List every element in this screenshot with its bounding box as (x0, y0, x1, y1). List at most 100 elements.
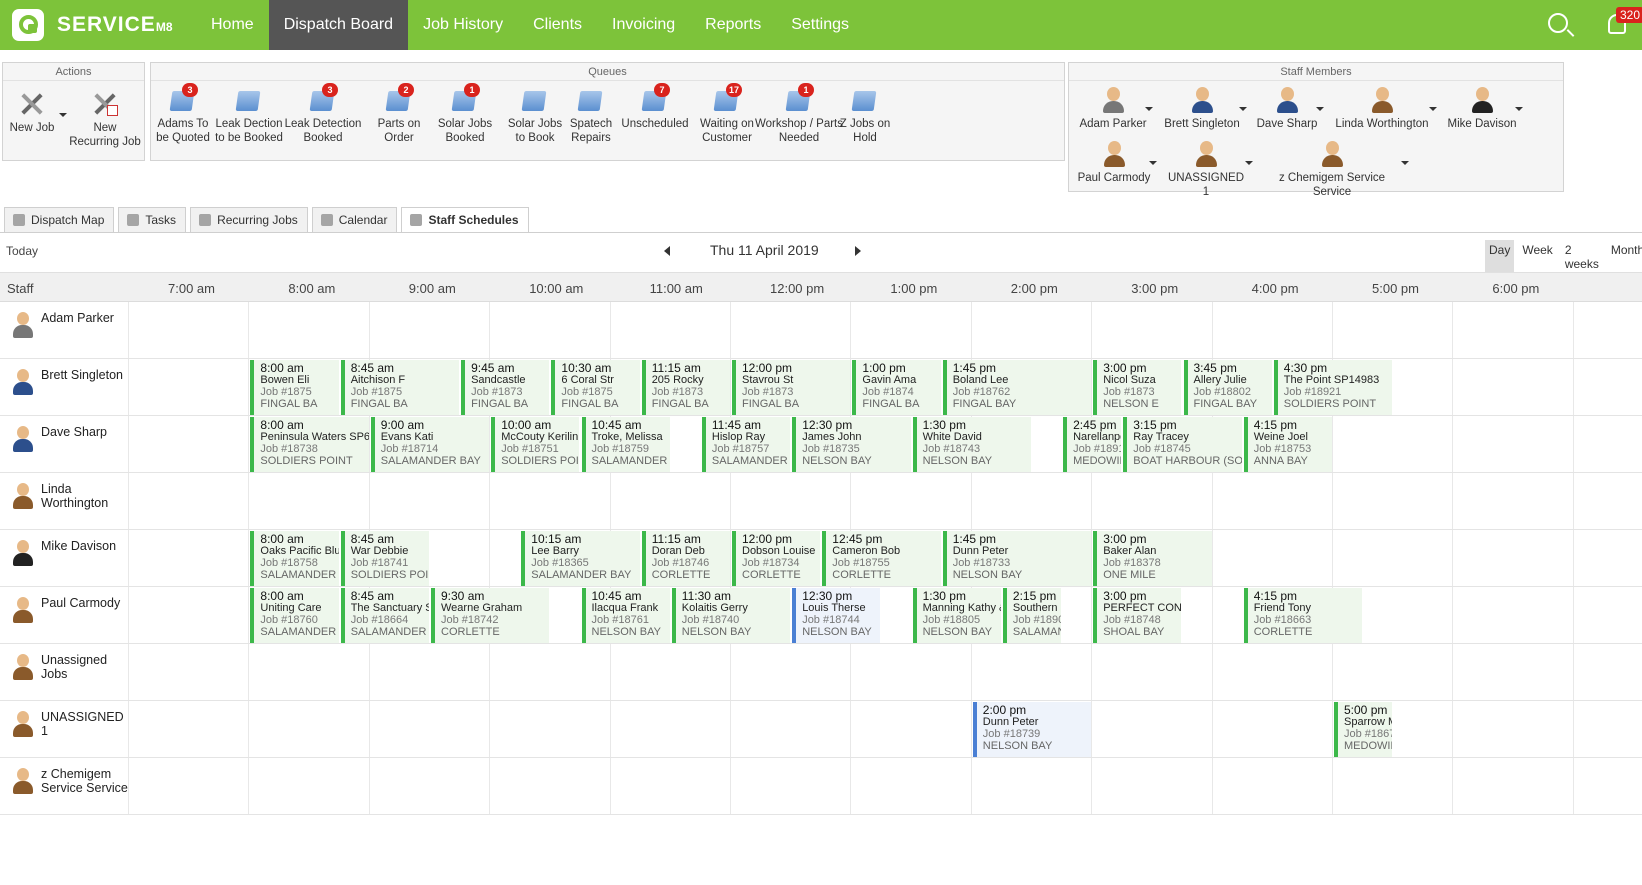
job-card[interactable]: 9:45 am Sandcastle Job #1873 FINGAL BA (461, 360, 550, 415)
staff-name[interactable]: Adam Parker (41, 311, 114, 325)
job-card[interactable]: 4:15 pm Friend Tony Job #18663 CORLETTE (1243, 588, 1363, 643)
job-card[interactable]: 11:30 am Kolaitis Gerry Job #18740 NELSON B… (671, 588, 791, 643)
nav-clients[interactable]: Clients (518, 0, 597, 50)
job-card[interactable]: 5:00 pmSparrow MJob #1867MEDOWIE (1334, 702, 1393, 757)
notifications-count-badge[interactable]: 320 (1616, 7, 1642, 23)
job-card[interactable]: 8:45 amThe Sanctuary SFJob #18664SALAMAN… (340, 588, 429, 643)
job-card[interactable]: 3:00 pmPERFECT CONTRJob #18748SHOAL BAY (1093, 588, 1182, 643)
queue-spatech-repairs[interactable]: Spatech Repairs (563, 87, 619, 145)
job-card[interactable]: 10:45 am Ilacqua Frank Job #18761 NELSON BA… (581, 588, 670, 643)
job-card[interactable]: 3:45 pm Allery Julie Job #18802 FINGAL BAY (1183, 360, 1272, 415)
nav-home[interactable]: Home (196, 0, 269, 50)
staff-name[interactable]: UNASSIGNED 1 (41, 710, 133, 738)
job-card[interactable]: 8:45 amWar DebbieJob #18741SOLDIERS POIN… (340, 531, 429, 586)
queue-z-jobs-on-hold[interactable]: Z Jobs on Hold (837, 87, 893, 145)
staff-member-paul-carmody[interactable]: Paul Carmody (1076, 141, 1152, 185)
next-day-arrow-icon[interactable] (855, 246, 861, 256)
tab-staff-schedules[interactable]: Staff Schedules (401, 207, 529, 232)
tab-calendar[interactable]: Calendar (311, 207, 398, 232)
job-card[interactable]: 10:30 am 6 Coral Str Job #1875 FINGAL BA (551, 360, 640, 415)
staff-member-dave-sharp[interactable]: Dave Sharp (1254, 87, 1320, 131)
job-card[interactable]: 3:15 pm Ray Tracey Job #18745 BOAT HARBOUR … (1123, 417, 1242, 472)
queue-workshop-parts-needed[interactable]: 1 Workshop / Parts Needed (755, 83, 843, 145)
staff-member-mike-davison[interactable]: Mike Davison (1445, 87, 1519, 131)
queue-solar-jobs-booked[interactable]: 1 Solar Jobs Booked (430, 83, 500, 145)
job-card[interactable]: 2:45 pmNarellanpoJob #1891MEDOWIE (1063, 417, 1122, 472)
job-card[interactable]: 12:00 pm Dobson Louise Job #18734 CORLETTE (732, 531, 821, 586)
staff-dropdown-icon[interactable] (1149, 161, 1157, 165)
staff-name[interactable]: Paul Carmody (41, 596, 120, 610)
queue-leak-dection-to-be-booked[interactable]: Leak Dection to be Booked (213, 87, 285, 145)
job-card[interactable]: 8:00 am Uniting Care Job #18760 SALAMANDER … (250, 588, 339, 643)
queue-parts-on-order[interactable]: 2 Parts on Order (372, 83, 426, 145)
job-card[interactable]: 1:00 pm Gavin Ama Job #1874 FINGAL BA (852, 360, 941, 415)
job-card[interactable]: 8:00 am Oaks Pacific Blue Job #18758 SALAMA… (250, 531, 339, 586)
view-2-weeks[interactable]: 2 weeks (1561, 240, 1603, 274)
view-day[interactable]: Day (1485, 240, 1515, 274)
job-card[interactable]: 11:45 amHislop RayJob #18757SALAMANDER B… (701, 417, 791, 472)
job-card[interactable]: 10:45 am Troke, Melissa Job #18759 SALAMAND… (581, 417, 670, 472)
job-card[interactable]: 12:00 pm Stavrou St Job #1873 FINGAL BA (732, 360, 851, 415)
job-card[interactable]: 4:30 pm The Point SP14983 Job #18921 SOLDIE… (1273, 360, 1393, 415)
job-card[interactable]: 12:30 pm Louis Therse Job #18744 NELSON BAY (792, 588, 881, 643)
nav-job-history[interactable]: Job History (408, 0, 518, 50)
queue-unscheduled[interactable]: 7 Unscheduled (616, 83, 694, 131)
previous-day-arrow-icon[interactable] (664, 246, 670, 256)
new-recurring-job-button[interactable]: New Recurring Job (69, 91, 141, 149)
job-card[interactable]: 3:00 pm Baker Alan Job #18378 ONE MILE (1093, 531, 1212, 586)
servicem8-logo-icon[interactable] (12, 9, 44, 41)
staff-member-unassigned-1[interactable]: UNASSIGNED 1 (1165, 141, 1247, 199)
staff-dropdown-icon[interactable] (1245, 161, 1253, 165)
staff-dropdown-icon[interactable] (1145, 107, 1153, 111)
job-card[interactable]: 1:45 pm Dunn Peter Job #18733 NELSON BAY (942, 531, 1092, 586)
job-card[interactable]: 10:00 am McCouty Kerilin Job #18751 SOLDIER… (491, 417, 580, 472)
staff-member-linda-worthington[interactable]: Linda Worthington (1332, 87, 1432, 131)
job-card[interactable]: 12:45 pm Cameron Bob Job #18755 CORLETTE (822, 531, 941, 586)
staff-member-brett-singleton[interactable]: Brett Singleton (1160, 87, 1244, 131)
job-card[interactable]: 9:00 am Evans Kati Job #18714 SALAMANDER BA… (370, 417, 490, 472)
queue-leak-detection-booked[interactable]: 3 Leak Detection Booked (277, 83, 369, 145)
job-card[interactable]: 8:45 am Aitchison F Job #1875 FINGAL BA (340, 360, 460, 415)
today-button[interactable]: Today (6, 244, 38, 258)
new-job-dropdown-icon[interactable] (59, 113, 67, 117)
job-card[interactable]: 1:30 pm White David Job #18743 NELSON BAY (912, 417, 1031, 472)
job-card[interactable]: 12:30 pm James John Job #18735 NELSON BAY (792, 417, 911, 472)
staff-name[interactable]: z Chemigem Service Service (41, 767, 133, 795)
staff-name[interactable]: Linda Worthington (41, 482, 133, 510)
job-card[interactable]: 11:15 am Doran Deb Job #18746 CORLETTE (641, 531, 730, 586)
job-card[interactable]: 8:00 am Bowen Eli Job #1875 FINGAL BA (250, 360, 339, 415)
staff-member-adam-parker[interactable]: Adam Parker (1076, 87, 1150, 131)
job-card[interactable]: 8:00 am Peninsula Waters SP60 Job #18738 SO… (250, 417, 369, 472)
queue-adams-to-be-quoted[interactable]: 3 Adams To be Quoted (151, 83, 215, 145)
tab-recurring-jobs[interactable]: Recurring Jobs (190, 207, 308, 232)
job-card[interactable]: 2:15 pm Southern Job #1890 SALAMAN (1002, 588, 1062, 643)
view-week[interactable]: Week (1518, 240, 1556, 274)
nav-dispatch-board[interactable]: Dispatch Board (268, 0, 409, 50)
job-card[interactable]: 1:30 pm Manning Kathy & Job #18805 NELSON B… (912, 588, 1001, 643)
view-month[interactable]: Month (1607, 240, 1642, 274)
tab-dispatch-map[interactable]: Dispatch Map (4, 207, 115, 232)
job-card[interactable]: 4:15 pm Weine Joel Job #18753 ANNA BAY (1243, 417, 1332, 472)
search-icon[interactable] (1548, 13, 1568, 33)
staff-name[interactable]: Dave Sharp (41, 425, 107, 439)
staff-name[interactable]: Unassigned Jobs (41, 653, 133, 681)
job-card[interactable]: 10:15 am Lee Barry Job #18365 SALAMANDER BA… (521, 531, 640, 586)
job-card[interactable]: 2:00 pm Dunn Peter Job #18739 NELSON BAY (972, 702, 1092, 757)
staff-dropdown-icon[interactable] (1515, 107, 1523, 111)
job-card[interactable]: 1:45 pm Boland Lee Job #18762 FINGAL BAY (942, 360, 1092, 415)
nav-reports[interactable]: Reports (690, 0, 776, 50)
nav-settings[interactable]: Settings (776, 0, 864, 50)
staff-dropdown-icon[interactable] (1239, 107, 1247, 111)
staff-member-z-chemigem-service-service[interactable]: z Chemigem Service Service (1262, 141, 1402, 199)
job-card[interactable]: 3:00 pm Nicol Suza Job #1873 NELSON E (1093, 360, 1182, 415)
staff-dropdown-icon[interactable] (1401, 161, 1409, 165)
staff-name[interactable]: Brett Singleton (41, 368, 123, 382)
tab-tasks[interactable]: Tasks (118, 207, 187, 232)
staff-name[interactable]: Mike Davison (41, 539, 116, 553)
job-card[interactable]: 9:30 am Wearne Graham Job #18742 CORLETTE (431, 588, 550, 643)
queue-solar-jobs-to-book[interactable]: Solar Jobs to Book (506, 87, 564, 145)
staff-dropdown-icon[interactable] (1316, 107, 1324, 111)
new-job-button[interactable]: New Job (7, 91, 57, 135)
job-card[interactable]: 11:15 am 205 Rocky Job #1873 FINGAL BA (641, 360, 730, 415)
staff-dropdown-icon[interactable] (1429, 107, 1437, 111)
